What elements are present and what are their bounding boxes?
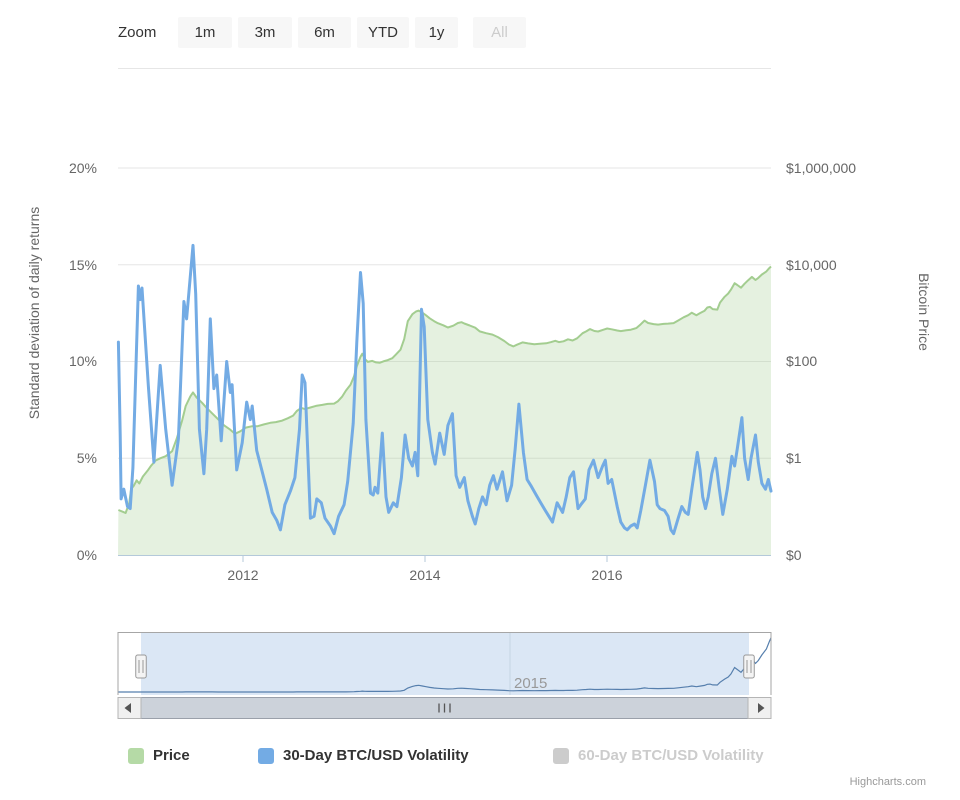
y-left-tick-0: 0%	[76, 547, 97, 563]
y-right-tick-10k: $10,000	[786, 257, 837, 273]
legend-label-60d-volatility: 60-Day BTC/USD Volatility	[578, 747, 764, 764]
x-tick-2012: 2012	[227, 567, 259, 583]
chart-container: Zoom 1m 3m 6m YTD 1y All 20% 15% 10% 5% …	[0, 0, 960, 800]
legend-item-price[interactable]: Price	[128, 747, 190, 764]
volatility-60d-swatch-icon	[553, 747, 569, 764]
y-right-axis-title: Bitcoin Price	[916, 273, 932, 351]
y-right-tick-1m: $1,000,000	[786, 160, 857, 176]
price-series-swatch-icon	[128, 747, 144, 764]
volatility-30d-swatch-icon	[258, 747, 274, 764]
plot-area[interactable]	[118, 90, 771, 555]
scrollbar-left-button[interactable]	[117, 697, 142, 719]
x-tick-2016: 2016	[591, 567, 623, 583]
navigator-right-handle[interactable]	[743, 654, 755, 679]
legend-item-30d-volatility[interactable]: 30-Day BTC/USD Volatility	[258, 747, 469, 764]
y-right-tick-1: $1	[786, 450, 802, 466]
legend-label-price: Price	[153, 747, 190, 764]
navigator-selected-range[interactable]	[141, 632, 749, 696]
scrollbar	[117, 697, 772, 719]
y-right-tick-100: $100	[786, 353, 818, 369]
navigator-axis-label: 2015	[514, 675, 548, 692]
legend-label-30d-volatility: 30-Day BTC/USD Volatility	[283, 747, 469, 764]
x-axis	[118, 555, 771, 562]
y-right-tick-0: $0	[786, 547, 802, 563]
scrollbar-right-button[interactable]	[747, 697, 772, 719]
navigator	[117, 632, 772, 696]
x-tick-2014: 2014	[409, 567, 441, 583]
credits-link[interactable]: Highcharts.com	[726, 776, 926, 788]
chart-svg	[116, 90, 773, 719]
y-left-axis-title: Standard deviation of daily returns	[26, 206, 42, 420]
navigator-left-handle[interactable]	[135, 654, 147, 679]
legend-item-60d-volatility[interactable]: 60-Day BTC/USD Volatility	[553, 747, 764, 764]
